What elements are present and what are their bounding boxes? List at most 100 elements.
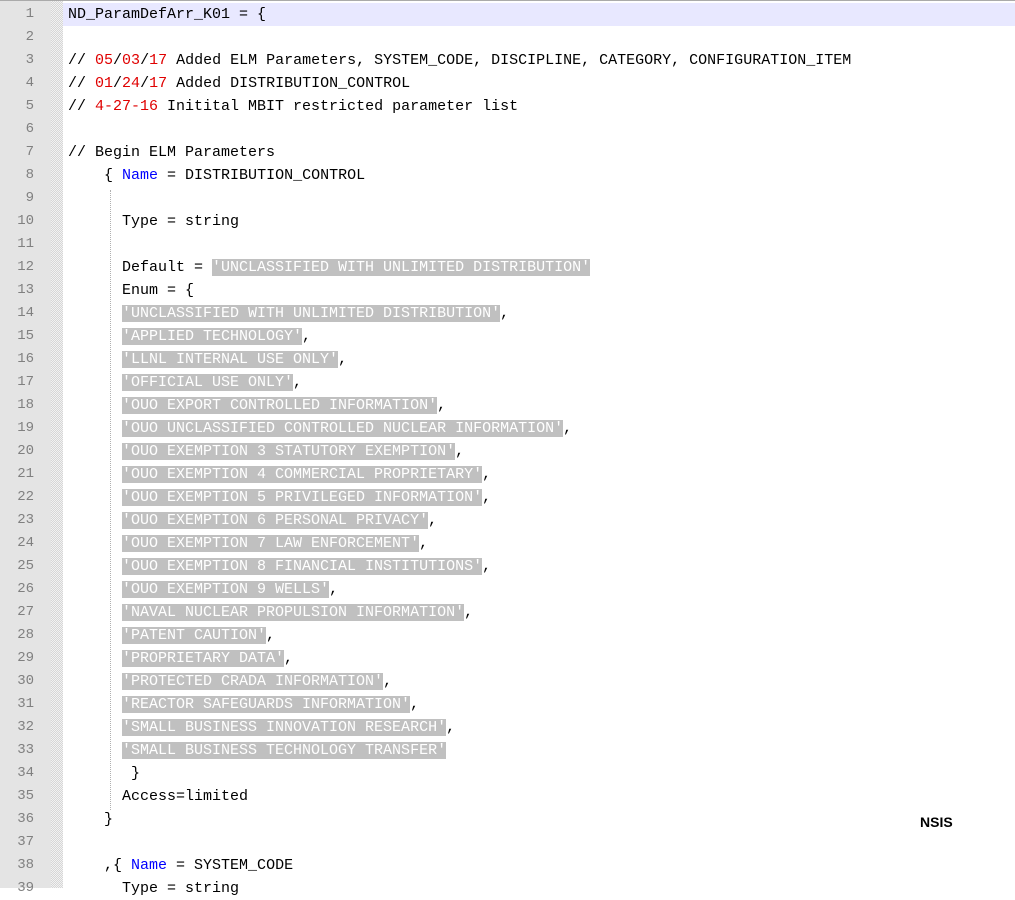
code-line[interactable]: 4// 01/24/17 Added DISTRIBUTION_CONTROL: [0, 72, 1015, 95]
line-code[interactable]: 'OUO EXEMPTION 8 FINANCIAL INSTITUTIONS'…: [68, 555, 491, 578]
line-code[interactable]: 'PROPRIETARY DATA',: [68, 647, 293, 670]
code-token: /: [113, 52, 123, 69]
line-code[interactable]: { Name = DISTRIBUTION_CONTROL: [68, 164, 365, 187]
selected-text: 'NAVAL NUCLEAR PROPULSION INFORMATION': [122, 604, 465, 621]
line-number: 3: [25, 52, 34, 68]
line-number: 19: [17, 420, 34, 436]
line-code[interactable]: // 01/24/17 Added DISTRIBUTION_CONTROL: [68, 72, 410, 95]
code-line[interactable]: 22 'OUO EXEMPTION 5 PRIVILEGED INFORMATI…: [0, 486, 1015, 509]
code-line[interactable]: 19 'OUO UNCLASSIFIED CONTROLLED NUCLEAR …: [0, 417, 1015, 440]
line-code[interactable]: // 4-27-16 Initital MBIT restricted para…: [68, 95, 518, 118]
code-editor[interactable]: 1 ND_ParamDefArr_K01 = {2 3 // 05/03/17 Add…: [0, 3, 1015, 900]
code-line[interactable]: 11: [0, 233, 1015, 256]
selected-text: 'REACTOR SAFEGUARDS INFORMATION': [122, 696, 411, 713]
line-code[interactable]: // 05/03/17 Added ELM Parameters, SYSTEM…: [68, 49, 851, 72]
code-line[interactable]: 31 'REACTOR SAFEGUARDS INFORMATION',: [0, 693, 1015, 716]
code-line[interactable]: 7 // Begin ELM Parameters: [0, 141, 1015, 164]
code-token: Type = string: [122, 880, 240, 897]
code-line[interactable]: 1 ND_ParamDefArr_K01 = {: [0, 3, 1015, 26]
line-code[interactable]: 'REACTOR SAFEGUARDS INFORMATION',: [68, 693, 419, 716]
code-line[interactable]: 21 'OUO EXEMPTION 4 COMMERCIAL PROPRIETA…: [0, 463, 1015, 486]
code-line[interactable]: 25 'OUO EXEMPTION 8 FINANCIAL INSTITUTIO…: [0, 555, 1015, 578]
line-code[interactable]: Enum = {: [68, 279, 194, 302]
line-code[interactable]: Type = string: [68, 877, 239, 900]
line-code[interactable]: 'SMALL BUSINESS INNOVATION RESEARCH',: [68, 716, 455, 739]
line-code[interactable]: 'OUO EXEMPTION 7 LAW ENFORCEMENT',: [68, 532, 428, 555]
selected-text: 'PATENT CAUTION': [122, 627, 267, 644]
line-code[interactable]: 'PROTECTED CRADA INFORMATION',: [68, 670, 392, 693]
line-code[interactable]: 'OUO EXPORT CONTROLLED INFORMATION',: [68, 394, 446, 417]
code-line[interactable]: 14 'UNCLASSIFIED WITH UNLIMITED DISTRIBU…: [0, 302, 1015, 325]
line-code[interactable]: // Begin ELM Parameters: [68, 141, 275, 164]
line-code[interactable]: 'OUO UNCLASSIFIED CONTROLLED NUCLEAR INF…: [68, 417, 572, 440]
code-line[interactable]: 24 'OUO EXEMPTION 7 LAW ENFORCEMENT',: [0, 532, 1015, 555]
code-line[interactable]: 27 'NAVAL NUCLEAR PROPULSION INFORMATION…: [0, 601, 1015, 624]
selected-text: 'UNCLASSIFIED WITH UNLIMITED DISTRIBUTIO…: [122, 305, 501, 322]
code-line[interactable]: 33 'SMALL BUSINESS TECHNOLOGY TRANSFER': [0, 739, 1015, 762]
line-code[interactable]: 'APPLIED TECHNOLOGY',: [68, 325, 311, 348]
code-line[interactable]: 10 Type = string: [0, 210, 1015, 233]
line-code[interactable]: 'OUO EXEMPTION 9 WELLS',: [68, 578, 338, 601]
line-number: 16: [17, 351, 34, 367]
code-line[interactable]: 38 ,{ Name = SYSTEM_CODE: [0, 854, 1015, 877]
code-line[interactable]: 18 'OUO EXPORT CONTROLLED INFORMATION',: [0, 394, 1015, 417]
line-number: 27: [17, 604, 34, 620]
line-code[interactable]: ND_ParamDefArr_K01 = {: [68, 3, 266, 26]
line-code[interactable]: }: [68, 762, 140, 785]
code-line[interactable]: 37: [0, 831, 1015, 854]
code-token: Added DISTRIBUTION_CONTROL: [167, 75, 411, 92]
code-line[interactable]: 5 // 4-27-16 Initital MBIT restricted par…: [0, 95, 1015, 118]
line-code[interactable]: 'OUO EXEMPTION 4 COMMERCIAL PROPRIETARY'…: [68, 463, 491, 486]
line-code[interactable]: 'SMALL BUSINESS TECHNOLOGY TRANSFER': [68, 739, 447, 762]
line-code[interactable]: Type = string: [68, 210, 239, 233]
code-token: ,: [284, 650, 294, 667]
code-line[interactable]: 9: [0, 187, 1015, 210]
code-token: Enum = {: [122, 282, 195, 299]
language-label: NSIS: [920, 814, 953, 830]
code-token: }: [131, 765, 141, 782]
line-code[interactable]: Default = 'UNCLASSIFIED WITH UNLIMITED D…: [68, 256, 591, 279]
code-line[interactable]: 20 'OUO EXEMPTION 3 STATUTORY EXEMPTION'…: [0, 440, 1015, 463]
line-code[interactable]: ,{ Name = SYSTEM_CODE: [68, 854, 293, 877]
code-line[interactable]: 15 'APPLIED TECHNOLOGY',: [0, 325, 1015, 348]
code-line[interactable]: 35 Access=limited: [0, 785, 1015, 808]
code-line[interactable]: 16 'LLNL INTERNAL USE ONLY',: [0, 348, 1015, 371]
line-number: 21: [17, 466, 34, 482]
code-line[interactable]: 17 'OFFICIAL USE ONLY',: [0, 371, 1015, 394]
code-line[interactable]: 39 Type = string: [0, 877, 1015, 900]
code-line[interactable]: 30 'PROTECTED CRADA INFORMATION',: [0, 670, 1015, 693]
line-code[interactable]: 'LLNL INTERNAL USE ONLY',: [68, 348, 347, 371]
line-code[interactable]: 'NAVAL NUCLEAR PROPULSION INFORMATION',: [68, 601, 473, 624]
code-line[interactable]: 12 Default = 'UNCLASSIFIED WITH UNLIMITE…: [0, 256, 1015, 279]
code-line[interactable]: 13 Enum = {: [0, 279, 1015, 302]
line-code[interactable]: Access=limited: [68, 785, 248, 808]
line-code[interactable]: 'OUO EXEMPTION 6 PERSONAL PRIVACY',: [68, 509, 437, 532]
number-token: 01: [95, 75, 114, 92]
code-line[interactable]: 26 'OUO EXEMPTION 9 WELLS',: [0, 578, 1015, 601]
editor-top-border: [0, 0, 1015, 1]
code-line[interactable]: 6: [0, 118, 1015, 141]
line-code[interactable]: 'UNCLASSIFIED WITH UNLIMITED DISTRIBUTIO…: [68, 302, 509, 325]
number-token: 05: [95, 52, 114, 69]
line-code[interactable]: 'PATENT CAUTION',: [68, 624, 275, 647]
code-line[interactable]: 23 'OUO EXEMPTION 6 PERSONAL PRIVACY',: [0, 509, 1015, 532]
line-code[interactable]: 'OFFICIAL USE ONLY',: [68, 371, 302, 394]
code-line[interactable]: 28 'PATENT CAUTION',: [0, 624, 1015, 647]
line-number: 28: [17, 627, 34, 643]
line-code[interactable]: }: [68, 808, 113, 831]
code-line[interactable]: 34 }: [0, 762, 1015, 785]
code-line[interactable]: 2: [0, 26, 1015, 49]
line-code[interactable]: 'OUO EXEMPTION 3 STATUTORY EXEMPTION',: [68, 440, 464, 463]
line-number: 26: [17, 581, 34, 597]
code-line[interactable]: 3 // 05/03/17 Added ELM Parameters, SYSTE…: [0, 49, 1015, 72]
line-code[interactable]: 'OUO EXEMPTION 5 PRIVILEGED INFORMATION'…: [68, 486, 491, 509]
code-line[interactable]: 36 }: [0, 808, 1015, 831]
code-line[interactable]: 29 'PROPRIETARY DATA',: [0, 647, 1015, 670]
code-line[interactable]: 8 { Name = DISTRIBUTION_CONTROL: [0, 164, 1015, 187]
code-line[interactable]: 32 'SMALL BUSINESS INNOVATION RESEARCH',: [0, 716, 1015, 739]
line-number: 10: [17, 213, 34, 229]
